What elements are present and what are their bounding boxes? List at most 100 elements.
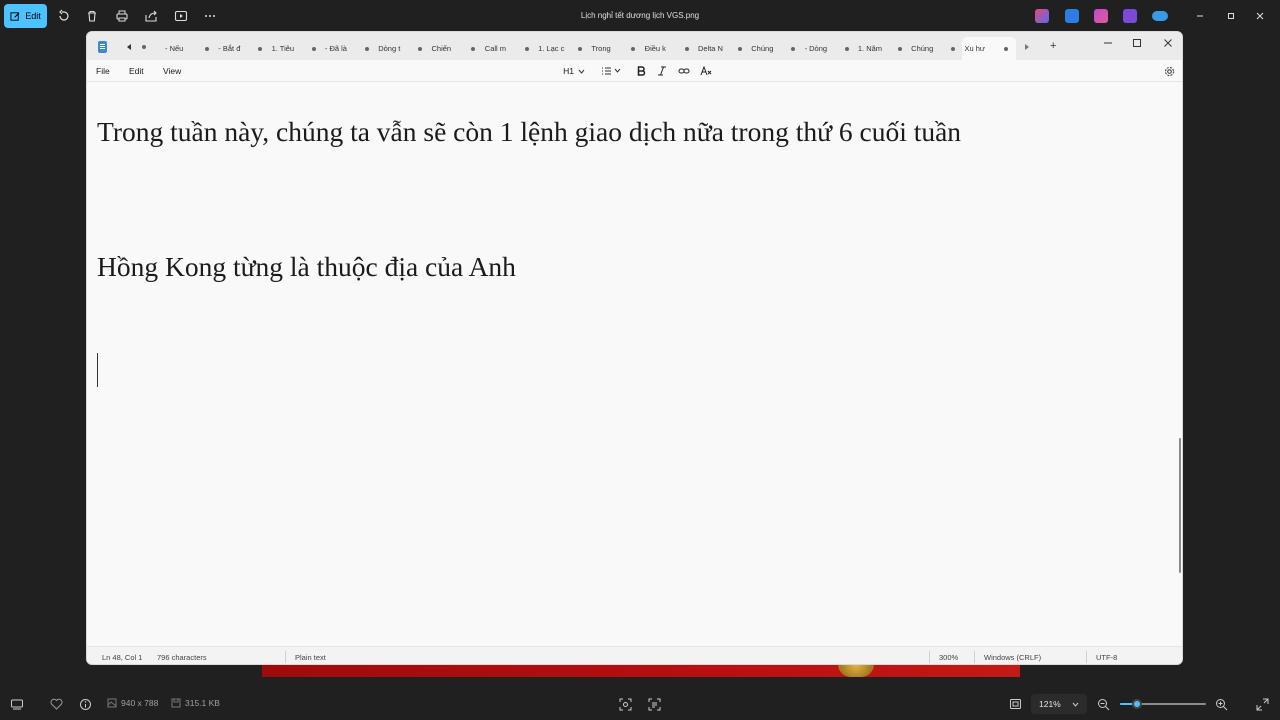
unsaved-dot-icon[interactable] xyxy=(205,46,209,51)
text-scan-button[interactable] xyxy=(648,698,661,711)
tab[interactable]: Trong xyxy=(589,37,642,60)
encoding[interactable]: UTF-8 xyxy=(1096,653,1117,662)
fit-to-window-button[interactable] xyxy=(1009,698,1022,710)
clear-format-button[interactable] xyxy=(699,64,712,78)
tab[interactable]: Call m xyxy=(483,37,536,60)
print-icon[interactable] xyxy=(114,8,130,24)
unsaved-dot-icon[interactable] xyxy=(311,46,316,51)
text-mode[interactable]: Plain text xyxy=(295,653,326,662)
italic-button[interactable] xyxy=(656,64,668,78)
designer-app-icon[interactable] xyxy=(1065,9,1079,23)
tab[interactable]: - Bắt đ xyxy=(216,37,269,60)
visual-search-button[interactable] xyxy=(619,698,632,711)
tab[interactable]: 1. Lạc c xyxy=(536,37,589,60)
zoom-out-icon xyxy=(1098,699,1110,711)
tab[interactable]: - Nếu xyxy=(163,37,216,60)
close-icon xyxy=(1256,12,1264,20)
menu-view[interactable]: View xyxy=(163,66,181,76)
delete-icon[interactable] xyxy=(84,8,100,24)
paint-app-icon[interactable] xyxy=(1094,9,1108,23)
clear-formatting-icon xyxy=(700,66,711,76)
maximize-icon xyxy=(1133,39,1141,47)
unsaved-dot-icon[interactable] xyxy=(897,46,902,51)
np-close-button[interactable] xyxy=(1161,36,1175,50)
tab-scroll-left-icon[interactable] xyxy=(127,44,131,50)
zoom-out-button[interactable] xyxy=(1097,698,1110,711)
settings-button[interactable] xyxy=(1163,64,1175,78)
list-icon xyxy=(602,67,621,75)
zoom-dropdown[interactable]: 121% xyxy=(1031,694,1087,714)
close-button[interactable] xyxy=(1252,8,1268,24)
tab[interactable]: Điều k xyxy=(643,37,696,60)
zoom-value: 121% xyxy=(1039,699,1061,709)
np-maximize-button[interactable] xyxy=(1130,36,1144,50)
info-button[interactable] xyxy=(79,698,92,711)
unsaved-dot-icon[interactable] xyxy=(471,46,476,51)
edit-button[interactable]: Edit xyxy=(4,4,47,28)
zoom-in-button[interactable] xyxy=(1215,698,1228,711)
filmstrip-button[interactable] xyxy=(10,698,24,710)
bold-icon xyxy=(637,66,646,76)
zoom-level[interactable]: 300% xyxy=(939,653,958,662)
notepad-window: - Nếu - Bắt đ 1. Tiêu - Đã là Dòng t Chiến Cal… xyxy=(86,31,1183,665)
unsaved-dot-icon[interactable] xyxy=(737,46,742,51)
unsaved-dot-icon[interactable] xyxy=(631,46,636,51)
tab-label: 1. Lạc c xyxy=(538,44,565,53)
np-minimize-button[interactable] xyxy=(1101,36,1115,50)
tab[interactable]: Chiến xyxy=(429,37,482,60)
tab-active[interactable]: Xu hư xyxy=(962,37,1016,60)
copilot-app-icon[interactable] xyxy=(1035,9,1049,23)
tab[interactable]: - Đã là xyxy=(323,37,376,60)
onedrive-icon[interactable] xyxy=(1152,11,1168,21)
unsaved-dot-icon[interactable] xyxy=(844,46,849,51)
rotate-icon[interactable] xyxy=(56,8,72,24)
save-icon xyxy=(171,698,181,708)
minimize-icon xyxy=(1104,42,1112,44)
tab[interactable]: Delta N xyxy=(696,37,749,60)
menu-edit[interactable]: Edit xyxy=(129,66,144,76)
share-icon[interactable] xyxy=(143,8,159,24)
new-tab-button[interactable]: + xyxy=(1050,40,1056,52)
slideshow-icon[interactable] xyxy=(173,8,189,24)
tab-label: - Nếu xyxy=(165,44,184,53)
unsaved-dot-icon[interactable] xyxy=(684,46,689,51)
full-screen-button[interactable] xyxy=(1256,698,1269,711)
favorite-button[interactable] xyxy=(50,698,63,710)
line-ending[interactable]: Windows (CRLF) xyxy=(984,653,1041,662)
tab[interactable]: - Dòng xyxy=(803,37,856,60)
link-button[interactable] xyxy=(677,64,690,78)
menu-file[interactable]: File xyxy=(96,66,110,76)
more-icon[interactable] xyxy=(202,8,218,24)
maximize-button[interactable] xyxy=(1223,8,1239,24)
vertical-scrollbar[interactable] xyxy=(1179,438,1181,573)
unsaved-dot-icon[interactable] xyxy=(418,46,423,51)
tab-label: Chúng xyxy=(911,44,934,53)
tab[interactable]: 1. Năm xyxy=(856,37,909,60)
filmstrip-icon xyxy=(11,699,23,710)
minimize-button[interactable] xyxy=(1192,8,1208,24)
tab[interactable]: 1. Tiêu xyxy=(270,37,323,60)
info-icon xyxy=(80,699,91,710)
tab-label: Chiến xyxy=(431,44,452,53)
tab[interactable]: Dòng t xyxy=(376,37,429,60)
unsaved-dot-icon[interactable] xyxy=(364,46,369,51)
list-dropdown[interactable] xyxy=(598,64,624,78)
bold-button[interactable] xyxy=(635,64,647,78)
tab[interactable]: Chúng xyxy=(909,37,962,60)
clipchamp-app-icon[interactable] xyxy=(1123,9,1137,23)
heart-icon xyxy=(50,698,63,710)
gear-icon xyxy=(1164,66,1174,76)
tab-label: Trong xyxy=(591,44,611,53)
document-area[interactable]: Trong tuần này, chúng ta vẫn sẽ còn 1 lệ… xyxy=(87,82,1182,646)
unsaved-dot-icon[interactable] xyxy=(951,46,956,51)
tab[interactable]: Chúng xyxy=(749,37,802,60)
tab-scroll-right-icon[interactable] xyxy=(1025,44,1029,50)
unsaved-dot-icon[interactable] xyxy=(791,46,796,51)
unsaved-dot-icon[interactable] xyxy=(1004,46,1009,51)
photos-title-bar: Edit Lịch nghỉ tết dương lịch VGS.png xyxy=(0,0,1280,32)
heading-dropdown[interactable]: H1 xyxy=(561,64,587,78)
tab-label: 1. Tiêu xyxy=(271,44,295,53)
unsaved-dot-icon[interactable] xyxy=(578,46,583,51)
unsaved-dot-icon[interactable] xyxy=(258,46,263,51)
unsaved-dot-icon[interactable] xyxy=(524,46,529,51)
